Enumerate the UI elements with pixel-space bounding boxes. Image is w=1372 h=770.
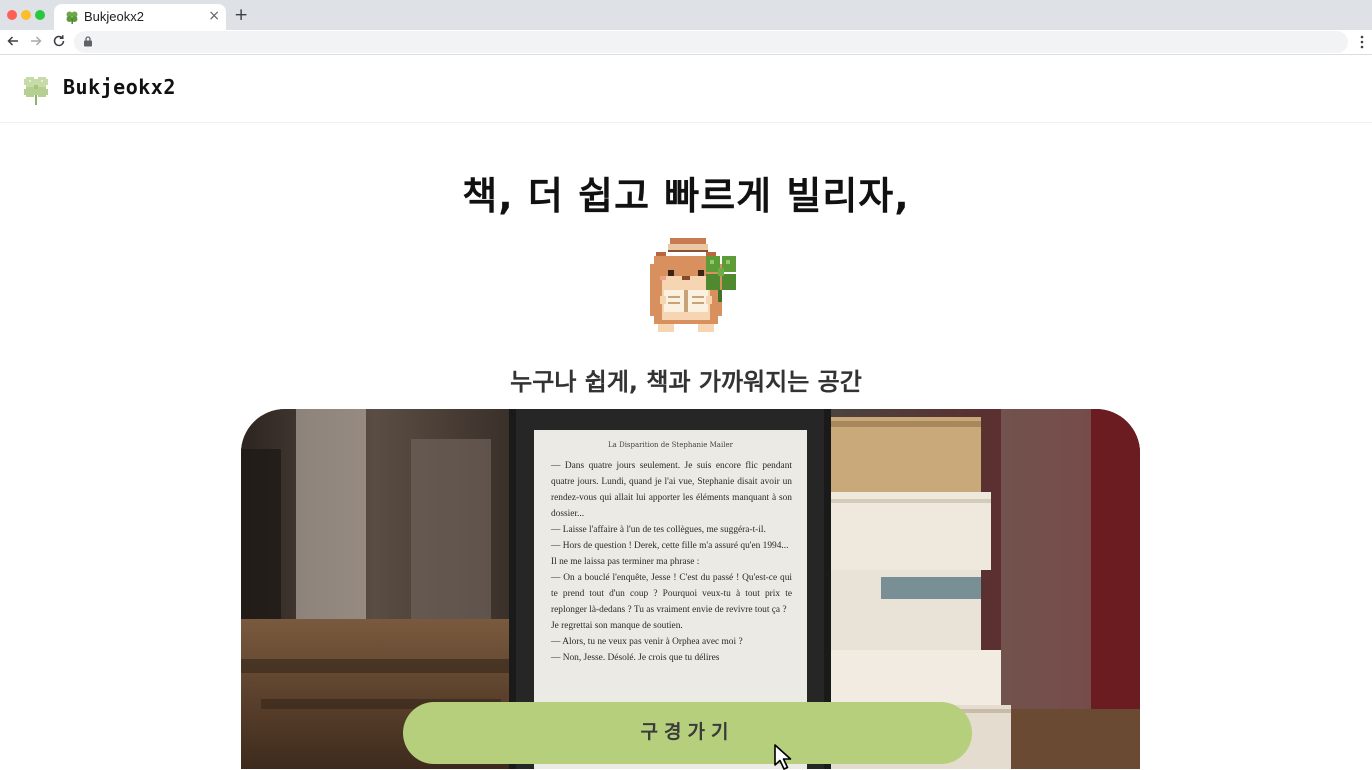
book-paragraph: — Non, Jesse. Désolé. Je crois que tu dé… bbox=[551, 653, 720, 663]
book-paragraph: Je regrettai son manque de soutien. bbox=[551, 621, 683, 631]
tab-close-icon[interactable]: × bbox=[208, 7, 220, 25]
browse-button[interactable]: 구경가기 bbox=[403, 702, 972, 764]
browser-tab[interactable]: Bukjeokx2 × bbox=[54, 4, 226, 30]
browser-toolbar bbox=[0, 30, 1372, 54]
site-header: Bukjeokx2 bbox=[0, 55, 1372, 123]
back-arrow-icon[interactable] bbox=[5, 33, 21, 49]
book-paragraph: — Laisse l'affaire à l'un de tes collègu… bbox=[551, 525, 766, 535]
book-text: — Dans quatre jours seulement. Je suis e… bbox=[551, 458, 792, 666]
book-paragraph: — On a bouclé l'enquête, Jesse ! C'est d… bbox=[551, 573, 792, 615]
tab-title: Bukjeokx2 bbox=[84, 9, 144, 24]
clover-icon[interactable] bbox=[20, 73, 52, 107]
browser-titlebar: Bukjeokx2 × + bbox=[0, 0, 1372, 30]
kebab-menu-icon[interactable] bbox=[1359, 35, 1365, 49]
book-paragraph: — Hors de question ! Derek, cette fille … bbox=[551, 541, 789, 551]
hero-title: 책, 더 쉽고 빠르게 빌리자, bbox=[462, 174, 910, 218]
mouse-cursor-icon bbox=[774, 744, 792, 770]
maximize-window-button[interactable] bbox=[35, 10, 45, 20]
close-window-button[interactable] bbox=[7, 10, 17, 20]
clover-icon bbox=[66, 11, 78, 24]
new-tab-button[interactable]: + bbox=[234, 5, 248, 25]
forward-arrow-icon[interactable] bbox=[28, 33, 44, 49]
reload-icon[interactable] bbox=[51, 33, 67, 49]
book-paragraph: — Alors, tu ne veux pas venir à Orphea a… bbox=[551, 637, 743, 647]
minimize-window-button[interactable] bbox=[21, 10, 31, 20]
book-paragraph: — Dans quatre jours seulement. Je suis e… bbox=[551, 461, 792, 519]
lock-icon bbox=[84, 36, 92, 47]
hero-subtitle: 누구나 쉽게, 책과 가까워지는 공간 bbox=[510, 368, 862, 396]
site-name[interactable]: Bukjeokx2 bbox=[63, 75, 176, 99]
book-heading: La Disparition de Stephanie Mailer bbox=[608, 441, 733, 449]
address-bar[interactable] bbox=[74, 31, 1348, 53]
hamster-reading-mascot-icon bbox=[650, 238, 736, 332]
book-paragraph: Il ne me laissa pas terminer ma phrase : bbox=[551, 557, 700, 567]
